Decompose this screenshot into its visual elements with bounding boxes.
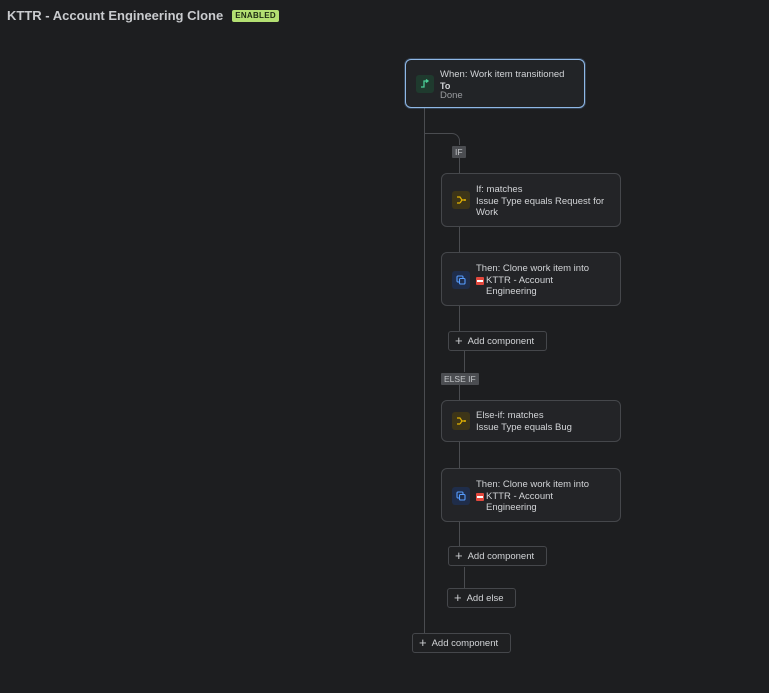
branch-spine-1 (464, 351, 465, 372)
plus-icon: + (455, 548, 463, 563)
if-action-title: Then: Clone work item into (476, 263, 589, 274)
elseif-action-title: Then: Clone work item into (476, 479, 589, 490)
main-connector (424, 108, 425, 636)
if-condition-card[interactable]: If: matches Issue Type equals Request fo… (441, 173, 621, 227)
branch-spine-2 (464, 567, 465, 589)
elseif-condition-card[interactable]: Else-if: matches Issue Type equals Bug (441, 400, 621, 442)
plus-icon: + (455, 333, 463, 348)
add-else-label: Add else (466, 592, 504, 604)
add-component-root-button[interactable]: + Add component (412, 633, 511, 653)
trigger-value: Done (440, 90, 463, 101)
elseif-condition-detail: Issue Type equals Bug (476, 422, 572, 433)
status-badge: ENABLED (232, 9, 279, 22)
if-condition-detail: Issue Type equals Request for Work (476, 196, 605, 218)
if-action-project: KTTR - Account Engineering (486, 275, 554, 297)
clone-icon (452, 487, 470, 505)
branch-connector-curve (452, 133, 460, 145)
plus-icon: + (419, 635, 427, 650)
if-condition-title: If: matches (476, 184, 523, 195)
add-component-button[interactable]: + Add component (448, 331, 547, 351)
project-icon (476, 493, 484, 501)
add-component-button[interactable]: + Add component (448, 546, 547, 566)
project-icon (476, 277, 484, 285)
if-connector (459, 156, 460, 174)
else-if-tag: ELSE IF (441, 373, 479, 385)
elseif-connector-3 (459, 521, 460, 548)
elseif-connector-2 (459, 442, 460, 469)
rule-header: KTTR - Account Engineering Clone ENABLED (7, 8, 279, 23)
rule-title: KTTR - Account Engineering Clone (7, 8, 224, 23)
add-else-button[interactable]: + Add else (447, 588, 516, 608)
plus-icon: + (454, 590, 462, 605)
if-connector-3 (459, 305, 460, 332)
elseif-action-project: KTTR - Account Engineering (486, 491, 554, 513)
branch-connector-top (424, 133, 452, 134)
if-connector-2 (459, 227, 460, 253)
add-component-label: Add component (467, 550, 535, 562)
transition-icon (416, 75, 434, 93)
trigger-card[interactable]: When: Work item transitioned To Done (405, 59, 585, 108)
trigger-title: When: Work item transitioned (440, 69, 565, 80)
add-component-root-label: Add component (431, 637, 499, 649)
branch-icon (452, 191, 470, 209)
elseif-action-card[interactable]: Then: Clone work item into KTTR - Accoun… (441, 468, 621, 522)
branch-icon (452, 412, 470, 430)
elseif-condition-title: Else-if: matches (476, 410, 544, 421)
elseif-connector (459, 385, 460, 401)
if-action-card[interactable]: Then: Clone work item into KTTR - Accoun… (441, 252, 621, 306)
if-tag: IF (452, 146, 466, 158)
clone-icon (452, 271, 470, 289)
add-component-label: Add component (467, 335, 535, 347)
